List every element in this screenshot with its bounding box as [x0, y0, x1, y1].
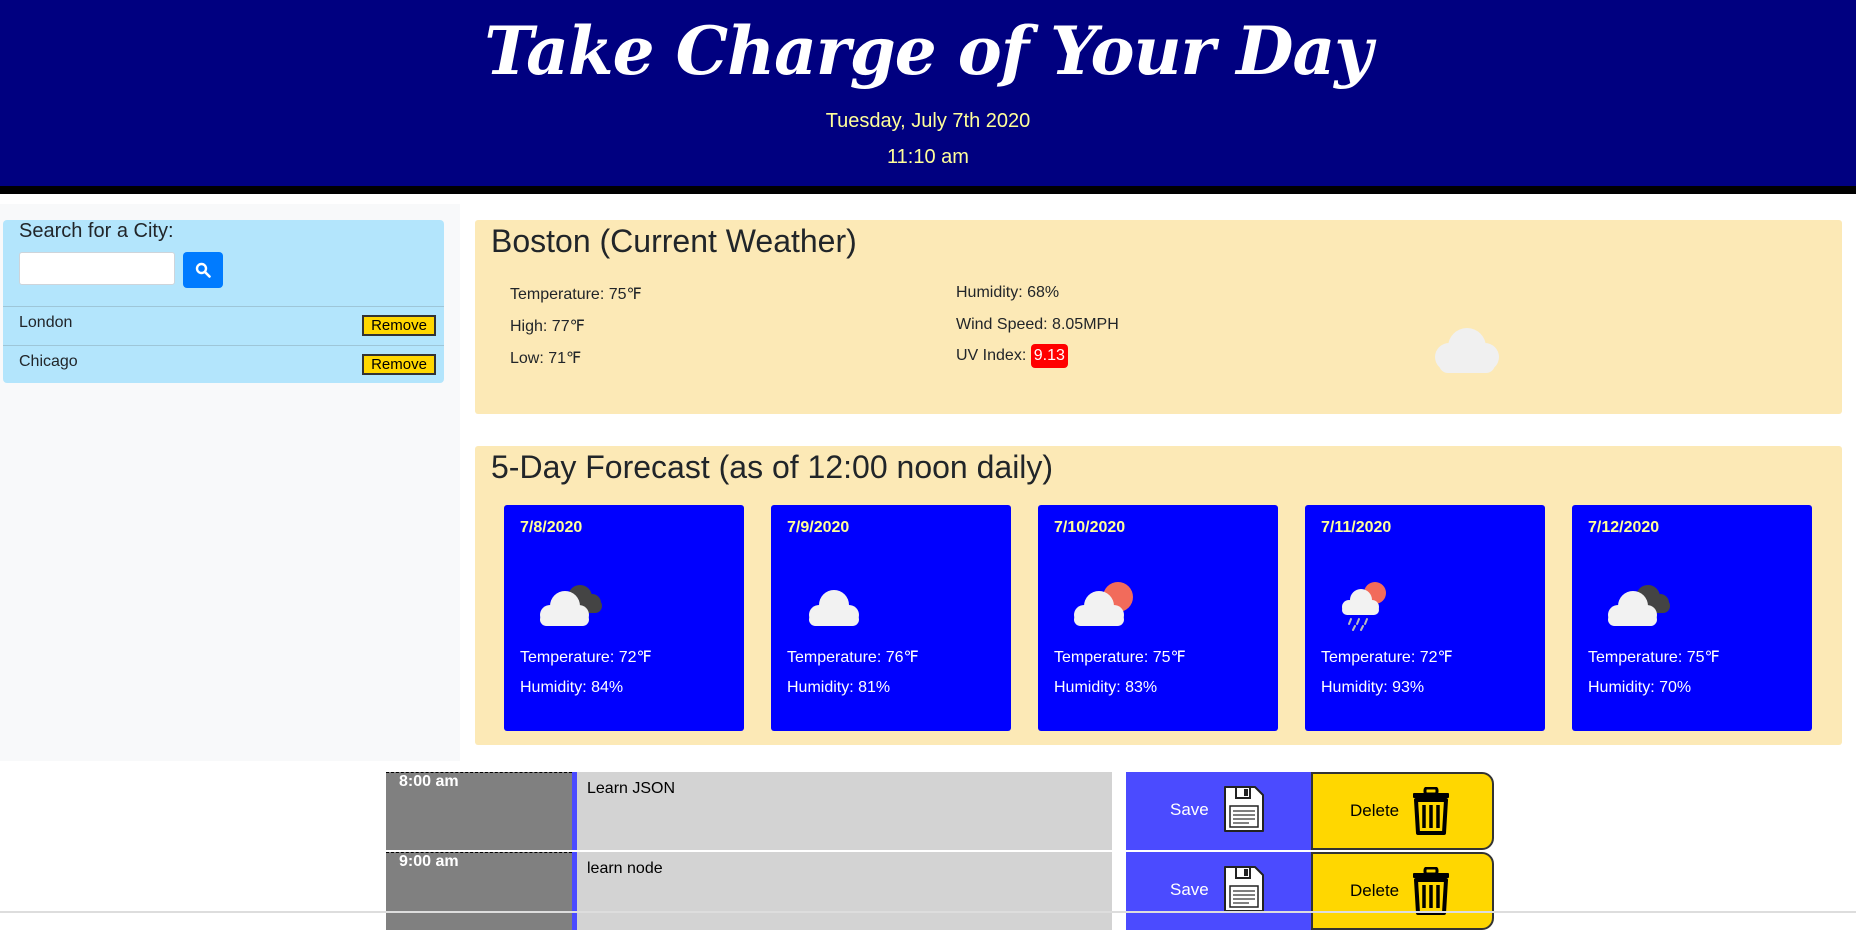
forecast-humidity: Humidity: 84% — [520, 679, 624, 696]
hour-text: 8:00 am — [399, 773, 459, 790]
current-temperature: Temperature: 75℉ — [510, 286, 642, 303]
forecast-date: 7/9/2020 — [787, 519, 850, 536]
forecast-heading: 5-Day Forecast (as of 12:00 noon daily) — [491, 449, 1054, 485]
forecast-temperature: Temperature: 76℉ — [787, 649, 919, 666]
task-input[interactable]: Learn JSON — [572, 772, 1112, 850]
forecast-card: 7/12/2020 Temperature: 75℉ Humidity: 70% — [1572, 505, 1812, 731]
save-button[interactable]: Save — [1126, 772, 1311, 850]
app-header: Take Charge of Your Day Tuesday, July 7t… — [0, 0, 1856, 194]
remove-city-button[interactable]: Remove — [362, 315, 436, 336]
trash-icon — [1413, 787, 1449, 835]
current-low: Low: 71℉ — [510, 350, 582, 367]
forecast-date: 7/12/2020 — [1588, 519, 1660, 536]
city-search-input[interactable] — [19, 252, 175, 285]
broken-clouds-icon — [1608, 585, 1670, 626]
cloud-icon — [809, 590, 859, 626]
forecast-card: 7/8/2020 Temperature: 72℉ Humidity: 84% — [504, 505, 744, 731]
save-button[interactable]: Save — [1126, 852, 1311, 930]
current-humidity: Humidity: 68% — [956, 284, 1060, 301]
city-name[interactable]: Chicago — [19, 353, 78, 371]
forecast-date: 7/11/2020 — [1321, 519, 1392, 536]
page-title: Take Charge of Your Day — [484, 12, 1372, 90]
delete-button[interactable]: Delete — [1311, 852, 1494, 930]
search-label: Search for a City: — [19, 220, 174, 242]
cloud-icon — [1435, 328, 1499, 373]
delete-label: Delete — [1350, 801, 1400, 820]
current-high: High: 77℉ — [510, 318, 585, 335]
forecast-card: 7/9/2020 Temperature: 76℉ Humidity: 81% — [771, 505, 1011, 731]
city-list-item[interactable]: London Remove — [3, 306, 444, 345]
hour-label: 8:00 am — [386, 772, 572, 850]
forecast-temperature: Temperature: 72℉ — [1321, 649, 1453, 666]
remove-city-button[interactable]: Remove — [362, 354, 436, 375]
forecast-temperature: Temperature: 72℉ — [520, 649, 652, 666]
forecast-humidity: Humidity: 81% — [787, 679, 891, 696]
forecast-card: 7/10/2020 Temperature: 75℉ Humidity: 83% — [1038, 505, 1278, 731]
search-button[interactable] — [183, 252, 223, 288]
search-panel: Search for a City: London Remove Chicago… — [3, 220, 444, 383]
broken-clouds-icon — [540, 585, 602, 626]
save-label: Save — [1170, 880, 1209, 899]
floppy-disk-icon — [1224, 866, 1264, 912]
forecast-humidity: Humidity: 70% — [1588, 679, 1692, 696]
forecast-card: 7/11/2020 Temperature: 72℉ Humidity: 93% — [1305, 505, 1545, 731]
trash-icon — [1413, 867, 1449, 915]
forecast-temperature: Temperature: 75℉ — [1054, 649, 1186, 666]
rain-sun-icon — [1342, 582, 1386, 631]
forecast-panel: 5-Day Forecast (as of 12:00 noon daily) … — [475, 446, 1842, 745]
forecast-date: 7/8/2020 — [520, 519, 583, 536]
hour-label: 9:00 am — [386, 852, 572, 930]
partly-cloudy-icon — [1074, 582, 1133, 626]
current-weather-heading: Boston (Current Weather) — [491, 223, 857, 259]
current-wind-speed: Wind Speed: 8.05MPH — [956, 316, 1119, 333]
planner-row: 9:00 am learn node Save Delete — [386, 852, 1494, 930]
current-time: 11:10 am — [887, 146, 969, 168]
uv-index: UV Index: 9.13 — [956, 344, 1068, 368]
city-name[interactable]: London — [19, 314, 72, 332]
delete-label: Delete — [1350, 881, 1400, 900]
uv-index-label: UV Index: — [956, 347, 1027, 364]
search-icon — [195, 262, 211, 278]
planner-row: 8:00 am Learn JSON Save Delete — [386, 772, 1494, 850]
task-input[interactable]: learn node — [572, 852, 1112, 930]
current-weather-panel: Boston (Current Weather) Temperature: 75… — [475, 220, 1842, 414]
city-list-item[interactable]: Chicago Remove — [3, 345, 444, 384]
forecast-temperature: Temperature: 75℉ — [1588, 649, 1720, 666]
delete-button[interactable]: Delete — [1311, 772, 1494, 850]
forecast-humidity: Humidity: 93% — [1321, 679, 1425, 696]
hour-text: 9:00 am — [399, 853, 459, 870]
forecast-humidity: Humidity: 83% — [1054, 679, 1158, 696]
current-date: Tuesday, July 7th 2020 — [825, 110, 1031, 132]
forecast-date: 7/10/2020 — [1054, 519, 1126, 536]
floppy-disk-icon — [1224, 786, 1264, 832]
uv-index-badge: 9.13 — [1030, 344, 1068, 368]
save-label: Save — [1170, 800, 1209, 819]
